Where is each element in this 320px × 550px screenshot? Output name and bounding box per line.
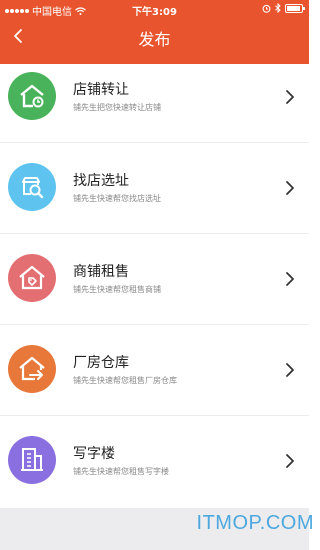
publish-options-list: 店铺转让 铺先生把您快速转让店铺 找店选址 铺先生快速帮您找店选址 商铺租售 铺… xyxy=(0,52,309,507)
chevron-right-icon xyxy=(286,181,294,195)
chevron-right-icon xyxy=(286,90,294,104)
house-tag-icon xyxy=(8,254,56,302)
store-search-icon xyxy=(8,163,56,211)
item-subtitle: 铺先生快速帮您找店选址 xyxy=(73,194,161,203)
item-title: 找店选址 xyxy=(73,173,129,189)
list-item-find-store[interactable]: 找店选址 铺先生快速帮您找店选址 xyxy=(0,143,309,234)
watermark: ITMOP.COM xyxy=(196,512,314,534)
item-title: 商铺租售 xyxy=(73,264,129,280)
list-item-shop-rent-sale[interactable]: 商铺租售 铺先生快速帮您租售商铺 xyxy=(0,234,309,325)
item-subtitle: 铺先生快速帮您租售商铺 xyxy=(73,285,161,294)
office-building-icon xyxy=(8,436,56,484)
warehouse-icon xyxy=(8,345,56,393)
chevron-right-icon xyxy=(286,272,294,286)
list-item-office[interactable]: 写字楼 铺先生快速帮您租售写字楼 xyxy=(0,416,309,507)
page-title: 发布 xyxy=(138,30,171,49)
item-title: 店铺转让 xyxy=(73,82,129,98)
item-subtitle: 铺先生把您快速转让店铺 xyxy=(73,103,161,112)
item-title: 厂房仓库 xyxy=(73,355,129,371)
item-subtitle: 铺先生快速帮您租售写字楼 xyxy=(73,467,169,476)
battery-icon xyxy=(285,3,305,13)
item-title: 写字楼 xyxy=(73,446,115,462)
list-item-warehouse[interactable]: 厂房仓库 铺先生快速帮您租售厂房仓库 xyxy=(0,325,309,416)
store-transfer-icon xyxy=(8,72,56,120)
item-subtitle: 铺先生快速帮您租售厂房仓库 xyxy=(73,376,177,385)
status-bar: 中国电信 下午3:09 xyxy=(0,0,309,18)
bluetooth-icon xyxy=(275,3,281,13)
chevron-right-icon xyxy=(286,454,294,468)
nav-bar: 发布 xyxy=(0,20,309,54)
list-item-store-transfer[interactable]: 店铺转让 铺先生把您快速转让店铺 xyxy=(0,52,309,143)
chevron-right-icon xyxy=(286,363,294,377)
alarm-icon xyxy=(262,4,271,13)
